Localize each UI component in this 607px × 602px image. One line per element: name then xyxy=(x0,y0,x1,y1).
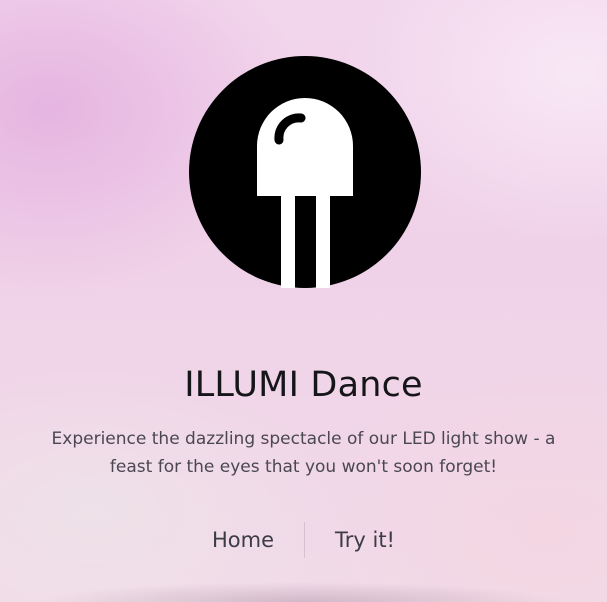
bottom-shadow xyxy=(40,582,567,602)
hero-description: Experience the dazzling spectacle of our… xyxy=(51,429,556,477)
led-bulb-icon xyxy=(189,56,421,288)
hero-section: ILLUMI Dance Experience the dazzling spe… xyxy=(0,0,607,602)
main-nav: Home Try it! xyxy=(0,520,607,560)
nav-link-try-it[interactable]: Try it! xyxy=(305,520,425,560)
nav-link-home[interactable]: Home xyxy=(182,520,304,560)
site-title: ILLUMI Dance xyxy=(184,365,423,406)
